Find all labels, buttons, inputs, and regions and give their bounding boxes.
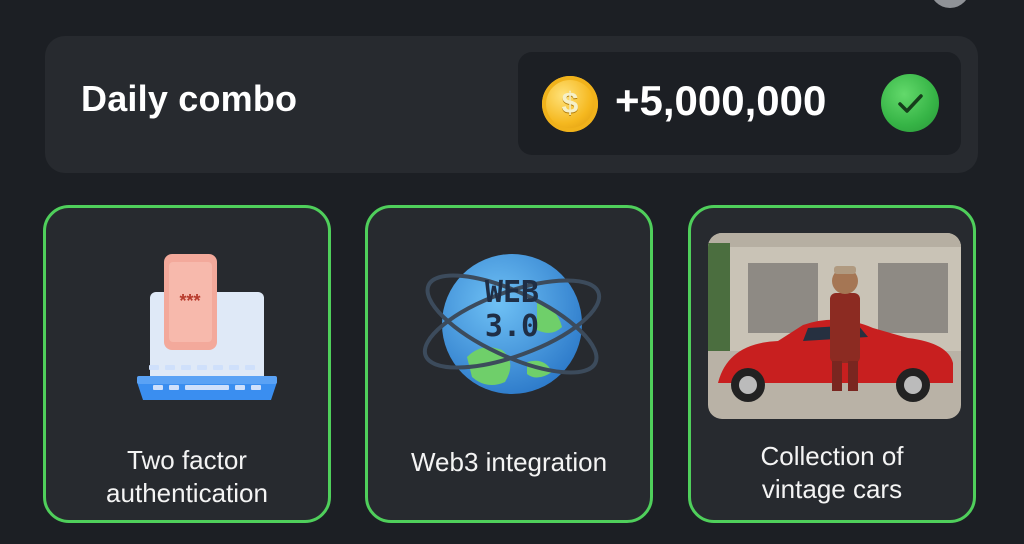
web3-badge-line-2: 3.0 — [485, 309, 539, 344]
web3-globe-icon: WEB 3.0 — [387, 232, 637, 417]
daily-combo-panel: Daily combo $ +5,000,000 — [45, 36, 978, 173]
combo-card-web3[interactable]: WEB 3.0 Web3 integration — [365, 205, 653, 523]
card-label-web3: Web3 integration — [410, 447, 608, 477]
vintage-car-photo — [708, 233, 961, 419]
profile-avatar[interactable] — [930, 0, 970, 8]
reward-amount: +5,000,000 — [615, 77, 827, 124]
coin-symbol: $ — [561, 87, 579, 120]
card-label-vintage-cars: Collection of vintage cars — [760, 441, 904, 504]
card-label-two-factor: Two factor authentication — [106, 445, 268, 508]
svg-text:***: *** — [179, 291, 200, 311]
web3-badge-line-1: WEB — [485, 275, 539, 310]
daily-combo-title: Daily combo — [81, 78, 298, 119]
combo-reward-box: $ +5,000,000 — [518, 52, 961, 155]
laptop-phone-password-icon: *** — [65, 232, 315, 417]
check-icon — [881, 74, 939, 132]
coin-icon: $ — [542, 76, 598, 132]
combo-card-vintage-cars[interactable]: Collection of vintage cars — [688, 205, 976, 523]
combo-card-two-factor[interactable]: *** Two factor authentication — [43, 205, 331, 523]
